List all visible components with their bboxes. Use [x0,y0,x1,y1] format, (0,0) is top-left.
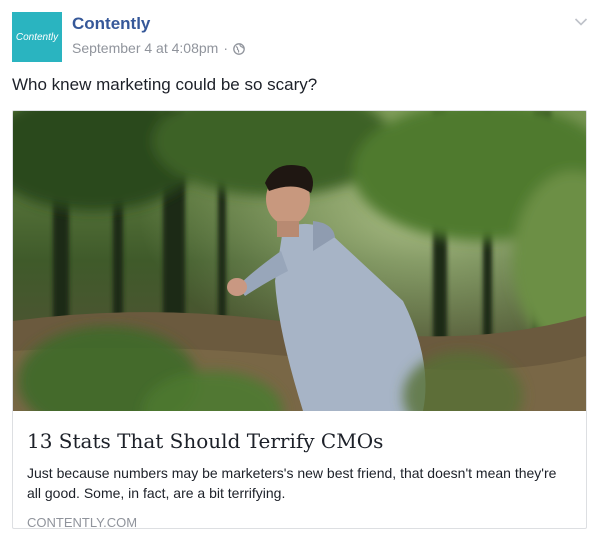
chevron-down-icon[interactable] [574,14,588,26]
avatar[interactable]: Contently [12,12,62,62]
avatar-logo-text: Contently [15,31,59,43]
facebook-post: Contently Contently September 4 at 4:08p… [0,0,600,536]
post-timestamp[interactable]: September 4 at 4:08pm [72,40,218,56]
post-meta: September 4 at 4:08pm · [72,40,245,56]
link-domain: CONTENTLY.COM [27,515,138,529]
meta-separator: · [223,40,228,56]
post-message: Who knew marketing could be so scary? [12,75,318,94]
globe-icon[interactable] [233,42,245,55]
link-title[interactable]: 13 Stats That Should Terrify CMOs [27,429,572,453]
link-preview-card[interactable]: 13 Stats That Should Terrify CMOs Just b… [12,110,587,529]
link-preview-image[interactable] [13,111,586,411]
page-name-link[interactable]: Contently [72,14,150,34]
link-description: Just because numbers may be marketers's … [27,465,557,501]
